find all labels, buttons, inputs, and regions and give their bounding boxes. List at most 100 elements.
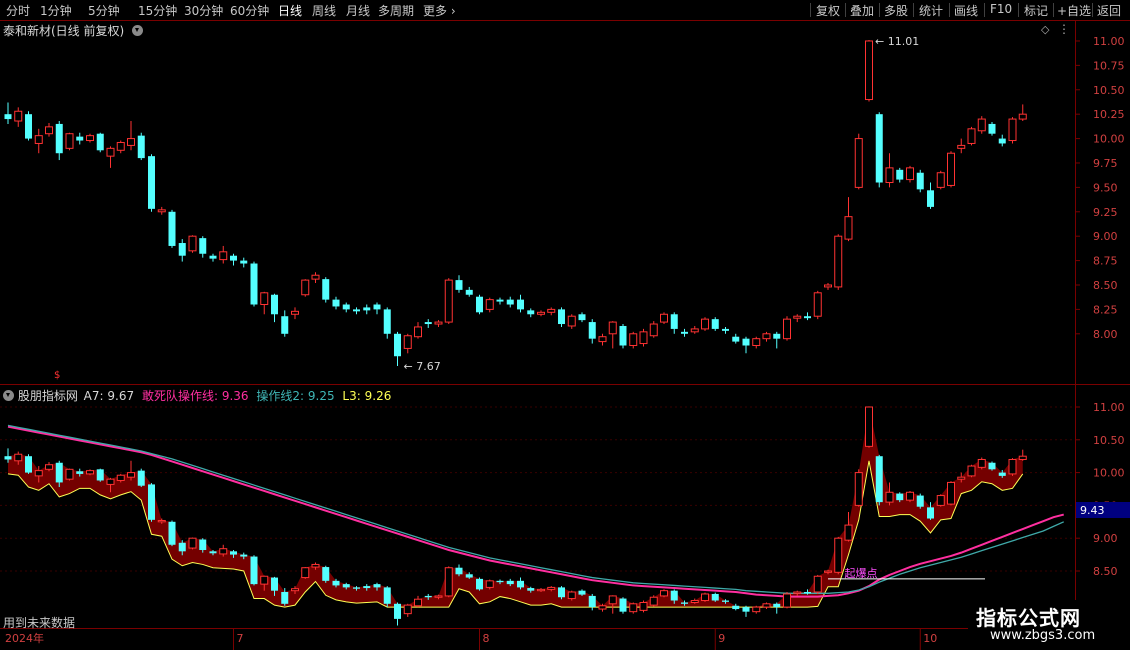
- line1-label: 敢死队操作线:: [141, 389, 218, 403]
- indicator-candle-up: [813, 575, 822, 593]
- indicator-candle-down: [998, 472, 1006, 476]
- indicator-tick-label: 10.50: [1093, 434, 1125, 447]
- kline-chart[interactable]: 11.00 10.75 10.50 10.25 10.00 9.75 9.50 9.25 9.0…: [0, 0, 1130, 650]
- indicator-candle-down: [670, 590, 678, 601]
- main-candle-up: [701, 318, 709, 330]
- price-tick-label: 10.00: [1093, 133, 1125, 146]
- indicator-candle-up: [301, 567, 310, 579]
- indicator-candle-up: [885, 491, 894, 503]
- indicator-candle-up: [260, 575, 269, 585]
- indicator-candle-up: [219, 548, 228, 555]
- main-candle-down: [424, 322, 432, 325]
- main-candle-down: [230, 255, 237, 261]
- indicator-candle-down: [496, 580, 504, 583]
- main-candle-down: [732, 336, 740, 342]
- indicator-candle-up: [34, 470, 43, 477]
- main-candle-up: [403, 335, 412, 349]
- indicator-candle-up: [311, 563, 320, 568]
- main-candle-down: [711, 319, 719, 329]
- indicator-candle-down: [875, 456, 883, 503]
- main-candle-down: [578, 314, 586, 321]
- indicator-candle-up: [547, 586, 556, 590]
- indicator-candle-up: [752, 606, 761, 613]
- main-candle-up: [690, 328, 699, 333]
- indicator-candle-down: [250, 556, 258, 585]
- indicator-candle-down: [927, 507, 934, 519]
- line1-value: 9.36: [221, 389, 249, 403]
- price-tick-label: 9.75: [1093, 157, 1118, 170]
- indicator-candle-up: [649, 596, 658, 606]
- price-tick-label: 10.75: [1093, 59, 1125, 72]
- indicator-candle-down: [988, 462, 996, 470]
- main-candle-up: [301, 279, 310, 296]
- date-label: 9: [718, 632, 725, 645]
- indicator-candle-down: [25, 456, 32, 473]
- main-candle-up: [813, 292, 822, 317]
- indicator-tick-label: 9.00: [1093, 532, 1118, 545]
- main-candle-up: [86, 135, 94, 142]
- main-candle-down: [76, 136, 84, 141]
- more-options-icon[interactable]: ⋮: [1058, 22, 1070, 36]
- indicator-candle-down: [465, 574, 473, 578]
- low-price-label: ← 7.67: [404, 360, 441, 373]
- main-candle-up: [188, 235, 197, 252]
- main-candle-up: [885, 167, 894, 184]
- main-candle-up: [485, 299, 494, 310]
- main-candle-down: [927, 190, 934, 207]
- main-candle-down: [670, 314, 678, 329]
- chevron-down-icon[interactable]: [3, 390, 14, 401]
- indicator-candle-up: [947, 481, 955, 505]
- main-candle-down: [271, 294, 278, 315]
- a7-label: A7:: [83, 389, 104, 403]
- indicator-candle-down: [148, 484, 155, 520]
- date-label: 8: [483, 632, 490, 645]
- main-candle-up: [639, 331, 648, 345]
- chevron-down-icon[interactable]: [132, 25, 144, 36]
- diamond-icon[interactable]: ◇: [1041, 23, 1049, 36]
- indicator-candle-up: [188, 537, 197, 549]
- main-candle-up: [947, 152, 955, 186]
- price-tick-label: 11.00: [1093, 35, 1125, 48]
- main-candle-up: [854, 138, 863, 188]
- date-label: 7: [237, 632, 244, 645]
- main-candle-down: [353, 309, 360, 312]
- main-candle-up: [824, 284, 832, 288]
- main-candle-up: [14, 110, 23, 122]
- indicator-candle-up: [690, 600, 699, 603]
- watermark-url: www.zbgs3.com: [990, 628, 1096, 643]
- indicator-tick-label: 8.50: [1093, 565, 1118, 578]
- main-candle-down: [55, 123, 63, 154]
- indicator-candle-up: [977, 458, 986, 468]
- indicator-candle-down: [578, 590, 586, 595]
- main-candle-up: [906, 167, 914, 181]
- main-candle-down: [250, 263, 258, 305]
- indicator-candle-down: [76, 471, 84, 474]
- indicator-candle-down: [896, 493, 904, 501]
- indicator-candle-up: [608, 595, 617, 605]
- indicator-candle-down: [342, 584, 350, 588]
- indicator-candle-down: [199, 539, 207, 551]
- indicator-candle-down: [588, 595, 596, 608]
- main-candle-up: [547, 308, 556, 313]
- main-candle-down: [137, 135, 145, 159]
- main-candle-down: [496, 299, 504, 302]
- indicator-candle-up: [844, 524, 853, 541]
- date-label: 10: [923, 632, 937, 645]
- main-candle-down: [896, 169, 904, 180]
- indicator-candle-down: [619, 598, 627, 612]
- main-candle-down: [998, 138, 1006, 144]
- main-candle-down: [209, 255, 217, 259]
- indicator-candle-up: [936, 495, 945, 506]
- main-candle-up: [629, 333, 638, 347]
- main-candle-down: [681, 331, 688, 334]
- main-candle-down: [916, 172, 924, 190]
- main-candle-down: [332, 299, 340, 307]
- main-candle-up: [444, 279, 453, 323]
- indicator-candle-down: [55, 462, 63, 483]
- main-candle-down: [619, 325, 627, 346]
- main-candle-up: [762, 333, 771, 340]
- price-tick-label: 8.50: [1093, 279, 1118, 292]
- indicator-candle-up: [660, 590, 668, 597]
- high-price-label: ← 11.01: [875, 35, 919, 48]
- indicator-candle-up: [157, 519, 166, 523]
